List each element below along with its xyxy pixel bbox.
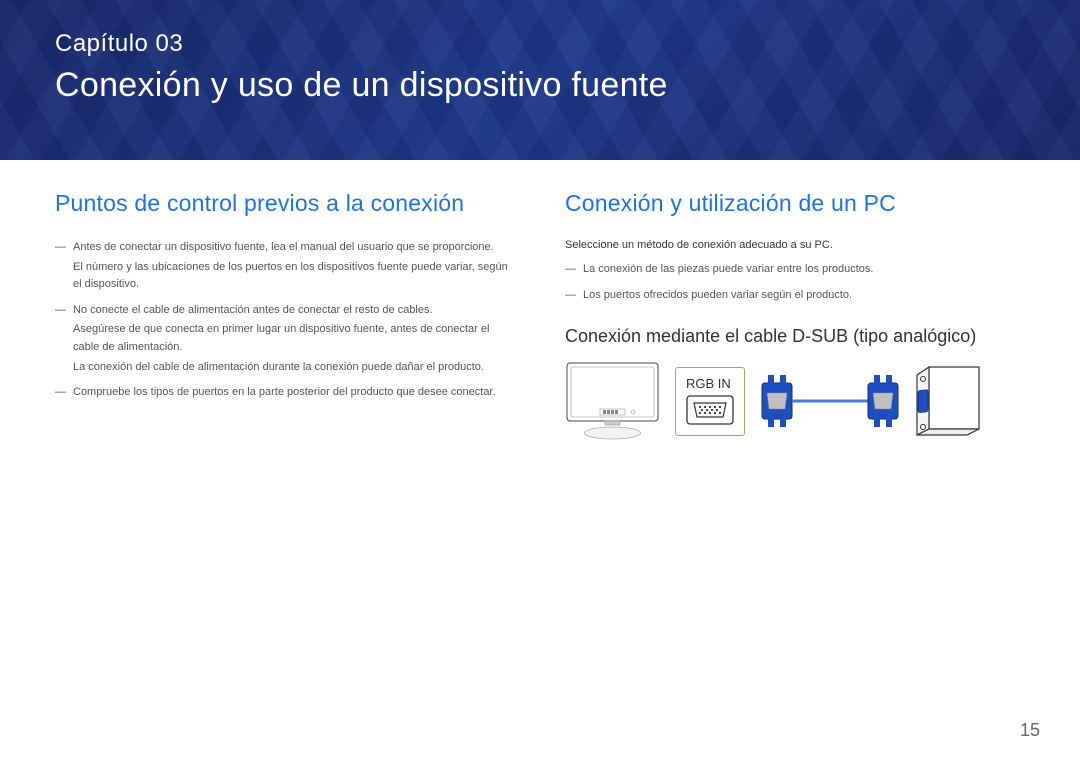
list-item: Antes de conectar un dispositivo fuente,… (55, 239, 515, 294)
vga-port-icon (686, 395, 734, 425)
item-sub: Asegúrese de que conecta en primer lugar… (73, 321, 515, 356)
right-section-heading: Conexión y utilización de un PC (565, 190, 1025, 217)
item-main: No conecte el cable de alimentación ante… (73, 304, 433, 316)
chapter-number: Capítulo 03 (55, 30, 1025, 58)
page-content: Puntos de control previos a la conexión … (0, 160, 1080, 441)
item-extra: La conexión del cable de alimentación du… (73, 359, 515, 377)
list-item: No conecte el cable de alimentación ante… (55, 302, 515, 376)
right-column: Conexión y utilización de un PC Seleccio… (565, 190, 1025, 441)
precheck-list: Antes de conectar un dispositivo fuente,… (55, 239, 515, 402)
note-text: La conexión de las piezas puede variar e… (583, 263, 873, 275)
list-item: La conexión de las piezas puede variar e… (565, 261, 1025, 279)
left-section-heading: Puntos de control previos a la conexión (55, 190, 515, 217)
note-text: Los puertos ofrecidos pueden variar segú… (583, 289, 852, 301)
dsub-subheading: Conexión mediante el cable D-SUB (tipo a… (565, 326, 1025, 347)
rgb-in-label: RGB IN (686, 376, 731, 391)
list-item: Los puertos ofrecidos pueden variar segú… (565, 287, 1025, 305)
item-main: Antes de conectar un dispositivo fuente,… (73, 241, 494, 253)
left-column: Puntos de control previos a la conexión … (55, 190, 515, 441)
monitor-icon (565, 361, 660, 441)
pc-box-icon (915, 365, 981, 437)
vga-cable-icon (760, 371, 900, 431)
chapter-header: Capítulo 03 Conexión y uso de un disposi… (0, 0, 1080, 160)
connection-diagram: RGB IN (565, 361, 1025, 441)
rgb-port-box: RGB IN (675, 367, 745, 436)
item-sub: El número y las ubicaciones de los puert… (73, 259, 515, 294)
item-main: Compruebe los tipos de puertos en la par… (73, 386, 496, 398)
right-notes: La conexión de las piezas puede variar e… (565, 261, 1025, 304)
intro-text: Seleccione un método de conexión adecuad… (565, 239, 1025, 251)
list-item: Compruebe los tipos de puertos en la par… (55, 384, 515, 402)
page-number: 15 (1020, 720, 1040, 741)
chapter-title: Conexión y uso de un dispositivo fuente (55, 66, 1025, 105)
